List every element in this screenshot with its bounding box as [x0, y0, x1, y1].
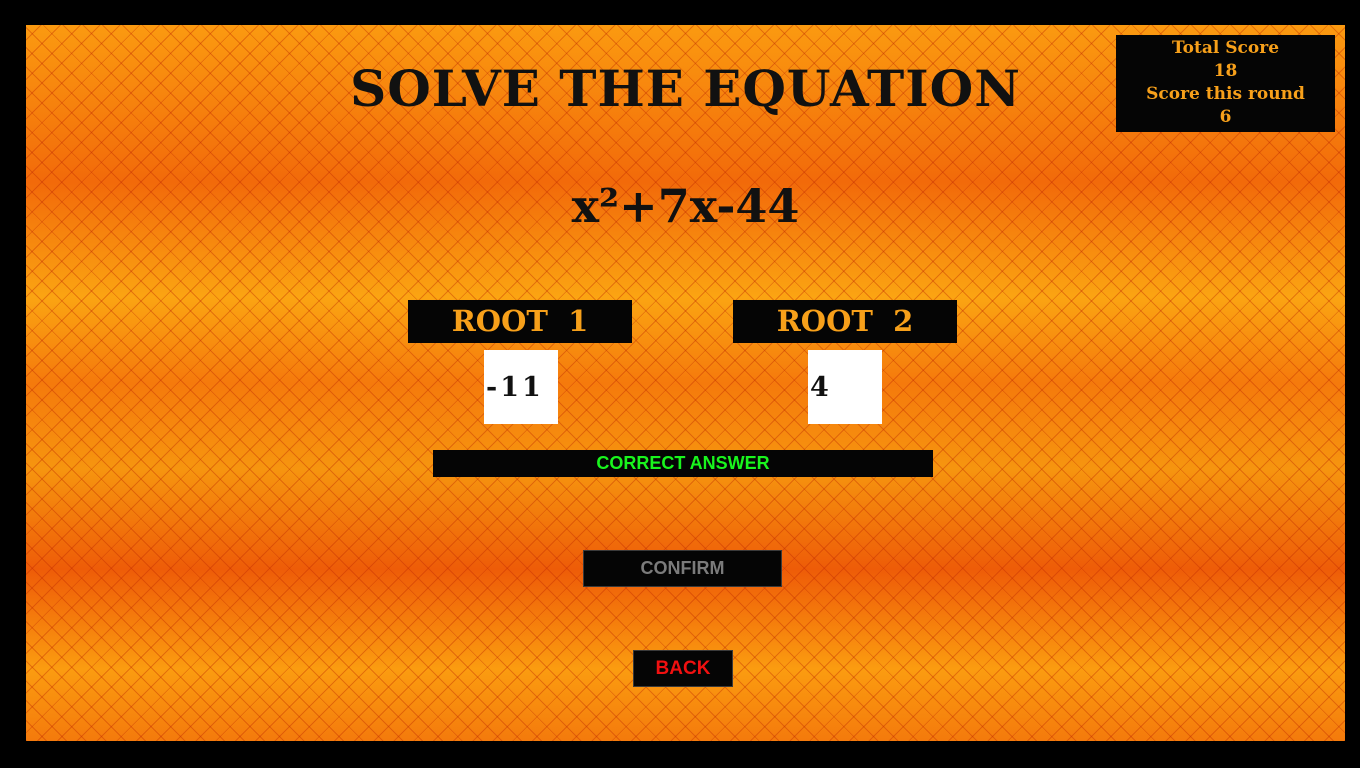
score-panel: Total Score 18 Score this round 6 [1116, 35, 1335, 132]
confirm-button[interactable]: CONFIRM [583, 550, 782, 587]
round-score-value: 6 [1219, 107, 1232, 127]
round-score-label: Score this round [1146, 84, 1305, 104]
root-1-input[interactable] [484, 350, 558, 424]
root-1-label: ROOT 1 [408, 300, 632, 343]
root-2-label: ROOT 2 [733, 300, 957, 343]
total-score-value: 18 [1213, 61, 1238, 81]
back-button[interactable]: BACK [633, 650, 733, 687]
equation-display: x²+7x-44 [571, 179, 800, 233]
total-score-label: Total Score [1171, 38, 1280, 58]
game-window: SOLVE THE EQUATION Total Score 18 Score … [0, 0, 1360, 768]
root-2-input[interactable] [808, 350, 882, 424]
game-board: SOLVE THE EQUATION Total Score 18 Score … [26, 25, 1345, 741]
answer-status-banner: CORRECT ANSWER [433, 450, 933, 477]
